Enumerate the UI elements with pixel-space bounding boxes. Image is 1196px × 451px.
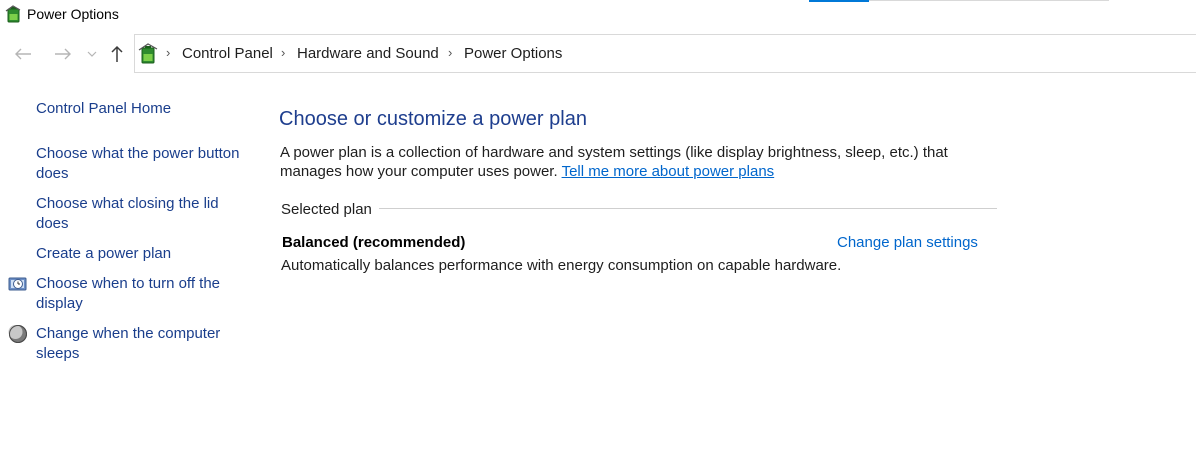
title-accent-line (809, 0, 869, 2)
sidebar-item-label: sleeps (36, 345, 80, 362)
page-title: Choose or customize a power plan (279, 108, 587, 130)
plan-name: Balanced (recommended) (282, 234, 466, 251)
group-divider (379, 208, 997, 209)
up-arrow-icon[interactable] (107, 42, 127, 66)
tell-me-more-link[interactable]: Tell me more about power plans (562, 163, 775, 180)
sidebar-item-label: display (36, 295, 83, 312)
sidebar-item-label: Choose what the power button (36, 145, 240, 162)
sidebar-item-label: Choose what closing the lid (36, 195, 219, 212)
sidebar-item-closing-lid[interactable]: Choose what closing the lid does (36, 194, 219, 234)
back-arrow-icon[interactable] (12, 42, 34, 66)
breadcrumb-separator[interactable]: › (281, 45, 285, 60)
breadcrumb-separator[interactable]: › (166, 45, 170, 60)
power-options-battery-icon (5, 5, 21, 23)
title-bar: Power Options (0, 0, 1196, 30)
description-line: manages how your computer uses power. Te… (280, 162, 1000, 181)
forward-arrow-icon[interactable] (52, 42, 74, 66)
sidebar-item-label: Choose when to turn off the (36, 275, 221, 292)
sidebar-item-turn-off-display[interactable]: Choose when to turn off the display (36, 274, 220, 314)
sidebar-item-create-plan[interactable]: Create a power plan (36, 244, 171, 264)
sidebar-control-panel-home[interactable]: Control Panel Home (36, 99, 171, 119)
breadcrumb-control-panel[interactable]: Control Panel (182, 45, 273, 62)
title-divider (869, 0, 1109, 1)
chevron-down-icon[interactable] (86, 42, 98, 66)
breadcrumb-separator[interactable]: › (448, 45, 452, 60)
sidebar-item-label: does (36, 215, 69, 232)
control-panel-battery-icon (138, 43, 158, 64)
selected-plan-label: Selected plan (281, 201, 372, 218)
sidebar-item-computer-sleeps[interactable]: Change when the computer sleeps (36, 324, 220, 364)
sidebar-item-power-button[interactable]: Choose what the power button does (36, 144, 239, 184)
sidebar-item-label: Create a power plan (36, 245, 172, 262)
breadcrumb-power-options[interactable]: Power Options (464, 45, 562, 62)
sidebar-item-label: does (36, 165, 69, 182)
address-bar[interactable]: › Control Panel › Hardware and Sound › P… (134, 34, 1196, 73)
page-description: A power plan is a collection of hardware… (280, 143, 1000, 181)
moon-sleep-icon (8, 325, 27, 343)
sidebar-item-label: Change when the computer (36, 325, 221, 342)
plan-description: Automatically balances performance with … (281, 257, 842, 274)
window-title: Power Options (27, 6, 119, 22)
description-line: A power plan is a collection of hardware… (280, 144, 948, 161)
breadcrumb-hardware-and-sound[interactable]: Hardware and Sound (297, 45, 439, 62)
change-plan-settings-link[interactable]: Change plan settings (837, 234, 978, 251)
description-text: manages how your computer uses power. (280, 163, 558, 180)
monitor-clock-icon (8, 277, 27, 291)
